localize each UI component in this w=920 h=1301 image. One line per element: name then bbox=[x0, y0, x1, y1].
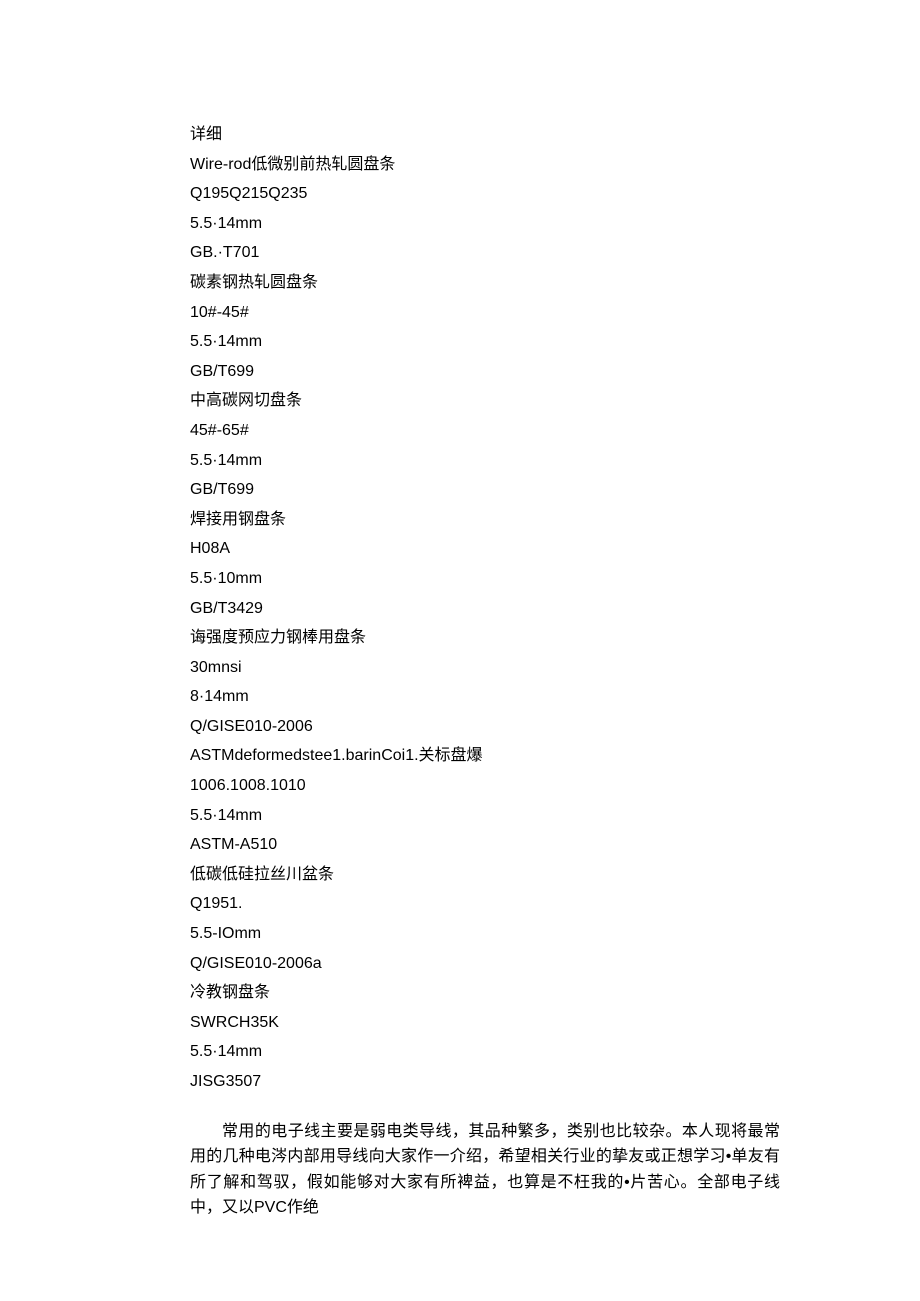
group-title: 焊接用钢盘条 bbox=[190, 505, 780, 535]
spec-line: GB/T699 bbox=[190, 475, 780, 505]
group-title: ASTMdeformedstee1.barinCoi1.关标盘爆 bbox=[190, 741, 780, 771]
spec-line: 5.5·14mm bbox=[190, 801, 780, 831]
group-title: 诲强度预应力钢棒用盘条 bbox=[190, 623, 780, 653]
spec-line: GB/T699 bbox=[190, 357, 780, 387]
spec-line: 5.5·14mm bbox=[190, 446, 780, 476]
spec-line: H08A bbox=[190, 534, 780, 564]
spec-line: 5.5·14mm bbox=[190, 1037, 780, 1067]
group-title: 冷教钢盘条 bbox=[190, 978, 780, 1008]
spec-line: GB.·T701 bbox=[190, 238, 780, 268]
spec-line: 5.5-IOmm bbox=[190, 919, 780, 949]
spec-line: 8·14mm bbox=[190, 682, 780, 712]
group-title: 碳素钢热轧圆盘条 bbox=[190, 268, 780, 298]
spec-line: SWRCH35K bbox=[190, 1008, 780, 1038]
spec-line: 5.5·10mm bbox=[190, 564, 780, 594]
spec-line: 5.5·14mm bbox=[190, 209, 780, 239]
spec-line: ASTM-A510 bbox=[190, 830, 780, 860]
spec-line: Q/GISE010-2006a bbox=[190, 949, 780, 979]
spec-line: Q1951. bbox=[190, 889, 780, 919]
spec-line: Q195Q215Q235 bbox=[190, 179, 780, 209]
group-title: Wire-rod低微别前热轧圆盘条 bbox=[190, 150, 780, 180]
spec-line: 1006.1008.1010 bbox=[190, 771, 780, 801]
document-page: 详细 Wire-rod低微别前热轧圆盘条 Q195Q215Q235 5.5·14… bbox=[0, 0, 920, 1297]
body-paragraph: 常用的电子线主要是弱电类导线，其品种繁多，类别也比较杂。本人现将最常用的几种电涔… bbox=[190, 1119, 780, 1221]
spec-line: Q/GISE010-2006 bbox=[190, 712, 780, 742]
page-heading: 详细 bbox=[190, 120, 780, 150]
spec-line: 30mnsi bbox=[190, 653, 780, 683]
spec-line: JISG3507 bbox=[190, 1067, 780, 1097]
group-title: 中高碳网切盘条 bbox=[190, 386, 780, 416]
spec-line: GB/T3429 bbox=[190, 594, 780, 624]
spec-line: 5.5·14mm bbox=[190, 327, 780, 357]
spec-line: 10#-45# bbox=[190, 298, 780, 328]
group-title: 低碳低硅拉丝川盆条 bbox=[190, 860, 780, 890]
spec-line: 45#-65# bbox=[190, 416, 780, 446]
